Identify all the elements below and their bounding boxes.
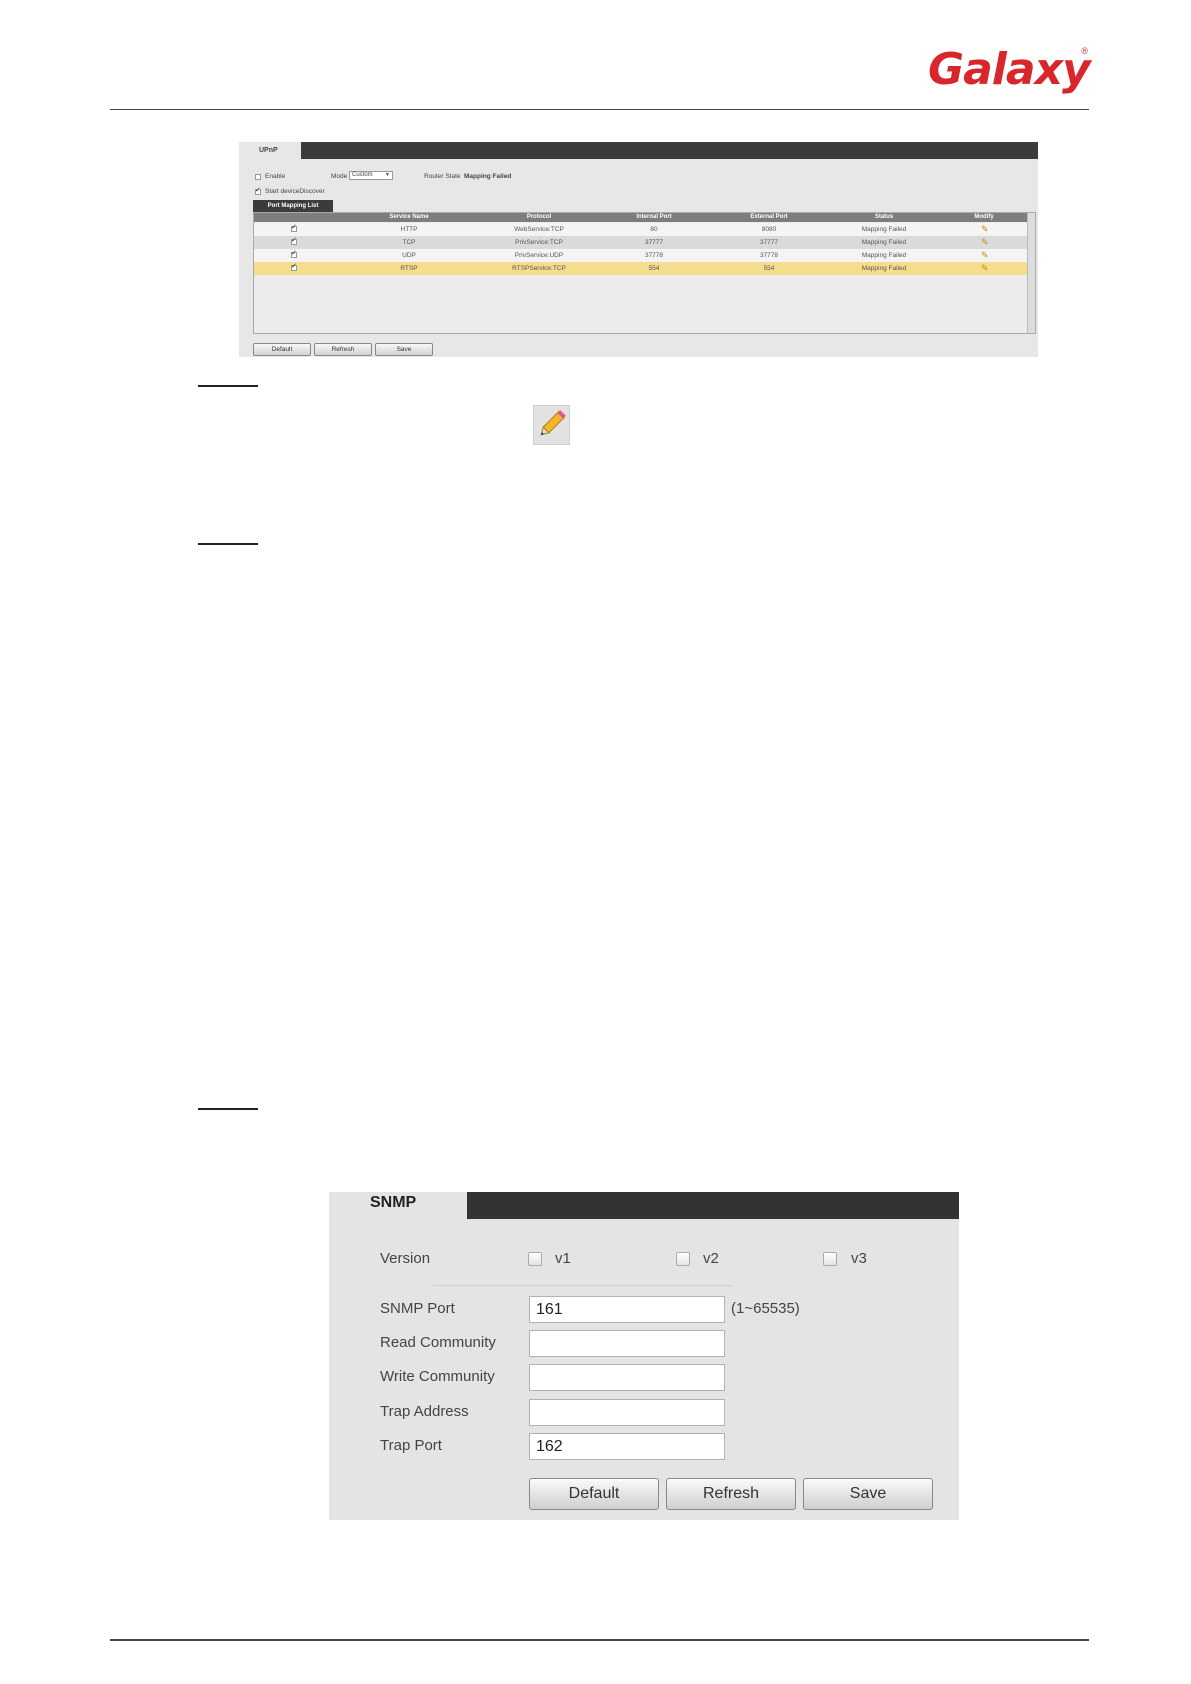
v3-label: v3 bbox=[851, 1250, 867, 1267]
tab-port-mapping-list[interactable]: Port Mapping List bbox=[253, 200, 333, 212]
table-row[interactable]: TCP PrivService:TCP 37777 37777 Mapping … bbox=[254, 236, 1029, 249]
cell-service: HTTP bbox=[400, 226, 418, 233]
router-state-label: Router State bbox=[424, 173, 461, 180]
step-marker bbox=[198, 385, 258, 387]
enable-checkbox[interactable] bbox=[255, 174, 261, 180]
col-external-port: External Port bbox=[750, 214, 788, 220]
cell-external-port: 37777 bbox=[759, 239, 779, 246]
col-service-name: Service Name bbox=[389, 214, 429, 220]
tab-snmp[interactable]: SNMP bbox=[329, 1192, 467, 1222]
row-checkbox[interactable] bbox=[291, 262, 297, 271]
table-row[interactable]: UDP PrivService:UDP 37778 37778 Mapping … bbox=[254, 249, 1029, 262]
col-status: Status bbox=[874, 214, 894, 220]
v2-checkbox[interactable] bbox=[676, 1252, 690, 1266]
snmp-refresh-button[interactable]: Refresh bbox=[666, 1478, 796, 1510]
brand-name: Galaxy bbox=[928, 44, 1091, 95]
cell-external-port: 8080 bbox=[761, 226, 777, 233]
cell-protocol: WebService:TCP bbox=[514, 226, 564, 233]
start-discover-checkbox[interactable] bbox=[255, 186, 261, 195]
col-modify: Modify bbox=[974, 214, 994, 220]
cell-service: RTSP bbox=[400, 265, 418, 272]
cell-status: Mapping Failed bbox=[861, 226, 907, 233]
default-button[interactable]: Default bbox=[253, 343, 311, 356]
start-discover-label: Start deviceDiscover bbox=[265, 188, 325, 195]
tab-upnp[interactable]: UPnP bbox=[239, 142, 301, 161]
mode-select[interactable]: Custom ▼ bbox=[349, 171, 393, 180]
snmp-save-button[interactable]: Save bbox=[803, 1478, 933, 1510]
read-community-input[interactable] bbox=[529, 1330, 725, 1357]
step-marker bbox=[198, 543, 258, 545]
snmp-port-input[interactable]: 161 bbox=[529, 1296, 725, 1323]
brand-logo: Galaxy ® bbox=[928, 44, 1091, 96]
read-community-label: Read Community bbox=[380, 1334, 496, 1351]
v2-label: v2 bbox=[703, 1250, 719, 1267]
write-community-label: Write Community bbox=[380, 1368, 495, 1385]
chevron-down-icon: ▼ bbox=[385, 172, 390, 178]
v1-label: v1 bbox=[555, 1250, 571, 1267]
cell-protocol: PrivService:UDP bbox=[514, 252, 564, 259]
version-label: Version bbox=[380, 1250, 431, 1267]
cell-internal-port: 37777 bbox=[644, 239, 664, 246]
port-mapping-table: Service Name Protocol Internal Port Exte… bbox=[253, 212, 1036, 334]
modify-pencil-icon bbox=[533, 405, 570, 445]
cell-external-port: 554 bbox=[763, 265, 775, 272]
cell-status: Mapping Failed bbox=[861, 265, 907, 272]
table-header: Service Name Protocol Internal Port Exte… bbox=[254, 213, 1029, 222]
col-protocol: Protocol bbox=[526, 214, 552, 220]
registered-mark: ® bbox=[1081, 46, 1088, 56]
cell-internal-port: 554 bbox=[648, 265, 660, 272]
table-row[interactable]: HTTP WebService:TCP 80 8080 Mapping Fail… bbox=[254, 223, 1029, 236]
mode-label: Mode bbox=[331, 173, 348, 180]
cell-service: UDP bbox=[402, 252, 416, 259]
cell-protocol: RTSPService:TCP bbox=[512, 265, 566, 272]
footer-rule bbox=[110, 1639, 1089, 1641]
cell-status: Mapping Failed bbox=[861, 239, 907, 246]
snmp-panel: SNMP Version v1 v2 v3 SNMP Port 161 (1~6… bbox=[329, 1192, 959, 1520]
cell-status: Mapping Failed bbox=[861, 252, 907, 259]
v1-checkbox[interactable] bbox=[528, 1252, 542, 1266]
pencil-icon bbox=[540, 410, 566, 436]
snmp-default-button[interactable]: Default bbox=[529, 1478, 659, 1510]
step-marker bbox=[198, 1108, 258, 1110]
v3-checkbox[interactable] bbox=[823, 1252, 837, 1266]
table-scrollbar[interactable] bbox=[1027, 213, 1035, 333]
refresh-button[interactable]: Refresh bbox=[314, 343, 372, 356]
upnp-tab-bar bbox=[239, 142, 1038, 159]
pencil-icon[interactable]: ✎ bbox=[981, 262, 989, 275]
trap-address-input[interactable] bbox=[529, 1399, 725, 1426]
header-rule bbox=[110, 109, 1089, 110]
write-community-input[interactable] bbox=[529, 1364, 725, 1391]
pencil-icon[interactable]: ✎ bbox=[981, 223, 989, 236]
mode-value: Custom bbox=[352, 172, 373, 178]
cell-internal-port: 80 bbox=[650, 226, 658, 233]
trap-address-label: Trap Address bbox=[380, 1403, 469, 1420]
cell-internal-port: 37778 bbox=[644, 252, 664, 259]
upnp-panel: UPnP Enable Mode Custom ▼ Router State M… bbox=[239, 142, 1038, 357]
row-checkbox[interactable] bbox=[291, 223, 297, 232]
enable-label: Enable bbox=[265, 173, 286, 180]
table-row[interactable]: RTSP RTSPService:TCP 554 554 Mapping Fai… bbox=[254, 262, 1029, 275]
row-checkbox[interactable] bbox=[291, 249, 297, 258]
trap-port-label: Trap Port bbox=[380, 1437, 442, 1454]
router-state-value: Mapping Failed bbox=[464, 173, 512, 180]
cell-external-port: 37778 bbox=[759, 252, 779, 259]
col-internal-port: Internal Port bbox=[636, 214, 672, 220]
save-button[interactable]: Save bbox=[375, 343, 433, 356]
pencil-icon[interactable]: ✎ bbox=[981, 249, 989, 262]
trap-port-input[interactable]: 162 bbox=[529, 1433, 725, 1460]
pencil-icon[interactable]: ✎ bbox=[981, 236, 989, 249]
row-checkbox[interactable] bbox=[291, 236, 297, 245]
divider bbox=[433, 1285, 733, 1286]
cell-service: TCP bbox=[402, 239, 416, 246]
cell-protocol: PrivService:TCP bbox=[515, 239, 563, 246]
snmp-port-range: (1~65535) bbox=[731, 1300, 800, 1317]
snmp-port-label: SNMP Port bbox=[380, 1300, 455, 1317]
